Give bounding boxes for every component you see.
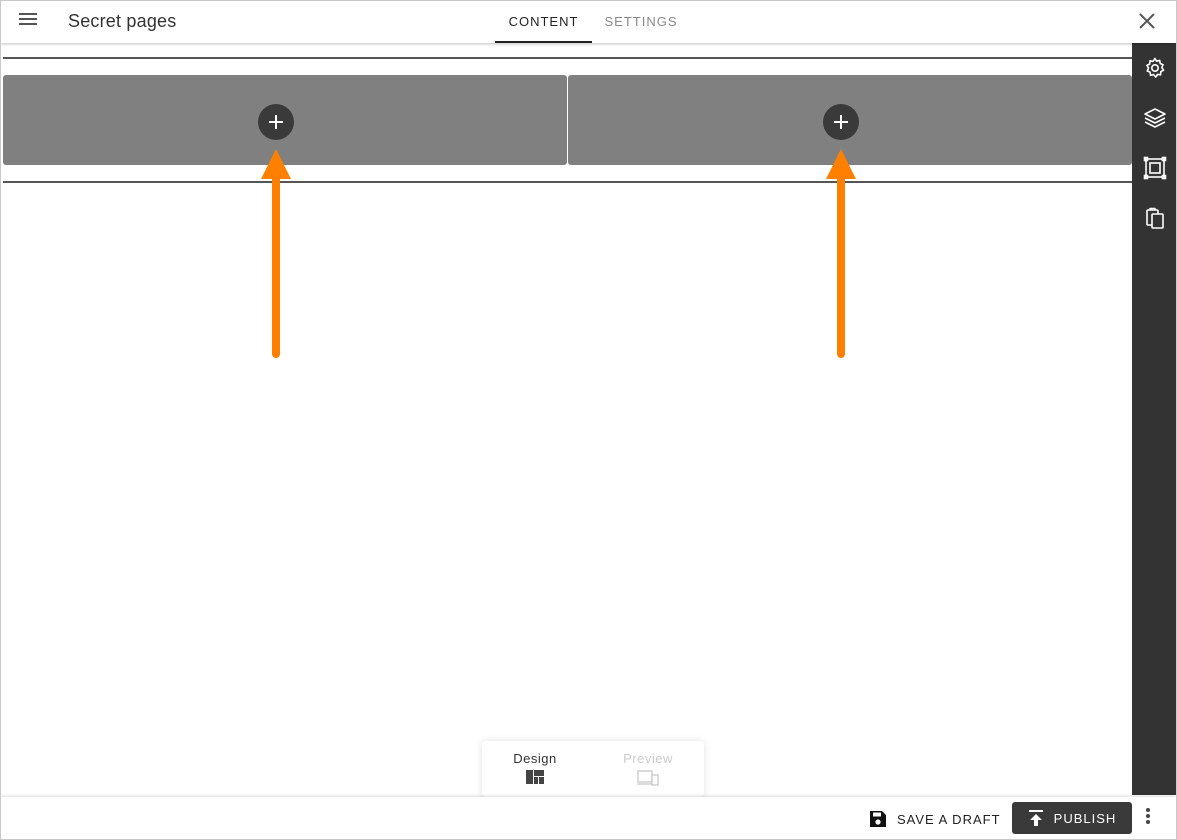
devices-icon [637, 770, 659, 786]
bottom-bar: SAVE A DRAFT PUBLISH [1, 797, 1176, 839]
publish-label: PUBLISH [1053, 810, 1117, 826]
more-options-icon[interactable] [1140, 806, 1156, 830]
layout-grid-icon [526, 770, 544, 784]
top-bar: Secret pages CONTENT SETTINGS [1, 1, 1176, 43]
view-mode-switch: Design Preview [482, 741, 704, 797]
publish-upload-icon [1028, 810, 1043, 826]
editor-window: Secret pages CONTENT SETTINGS Design Pre… [0, 0, 1177, 840]
row-top-border [3, 57, 1132, 59]
plus-icon [834, 115, 848, 129]
publish-button[interactable]: PUBLISH [1012, 802, 1132, 834]
hamburger-menu-icon[interactable] [15, 10, 41, 34]
tab-settings[interactable]: SETTINGS [598, 1, 684, 43]
save-draft-label: SAVE A DRAFT [897, 811, 1001, 827]
design-mode-button[interactable]: Design [485, 751, 585, 784]
add-element-button-right[interactable] [823, 104, 859, 140]
preview-mode-button[interactable]: Preview [598, 751, 698, 786]
page-canvas [1, 43, 1132, 795]
annotation-arrow-right [826, 149, 856, 358]
gear-icon[interactable] [1143, 56, 1167, 80]
clipboard-copy-icon[interactable] [1143, 206, 1167, 230]
layers-icon[interactable] [1143, 106, 1167, 130]
frame-select-icon[interactable] [1143, 156, 1167, 180]
save-draft-button[interactable]: SAVE A DRAFT [861, 805, 1009, 833]
close-icon[interactable] [1135, 9, 1159, 33]
add-element-button-left[interactable] [258, 104, 294, 140]
annotation-arrow-left [261, 149, 291, 358]
design-mode-label: Design [513, 751, 557, 766]
preview-mode-label: Preview [623, 751, 673, 766]
row-bottom-border [3, 181, 1132, 183]
floppy-disk-icon [870, 811, 886, 827]
right-toolbar [1132, 43, 1176, 795]
page-title: Secret pages [68, 11, 177, 31]
plus-icon [269, 115, 283, 129]
tab-content[interactable]: CONTENT [495, 1, 592, 43]
